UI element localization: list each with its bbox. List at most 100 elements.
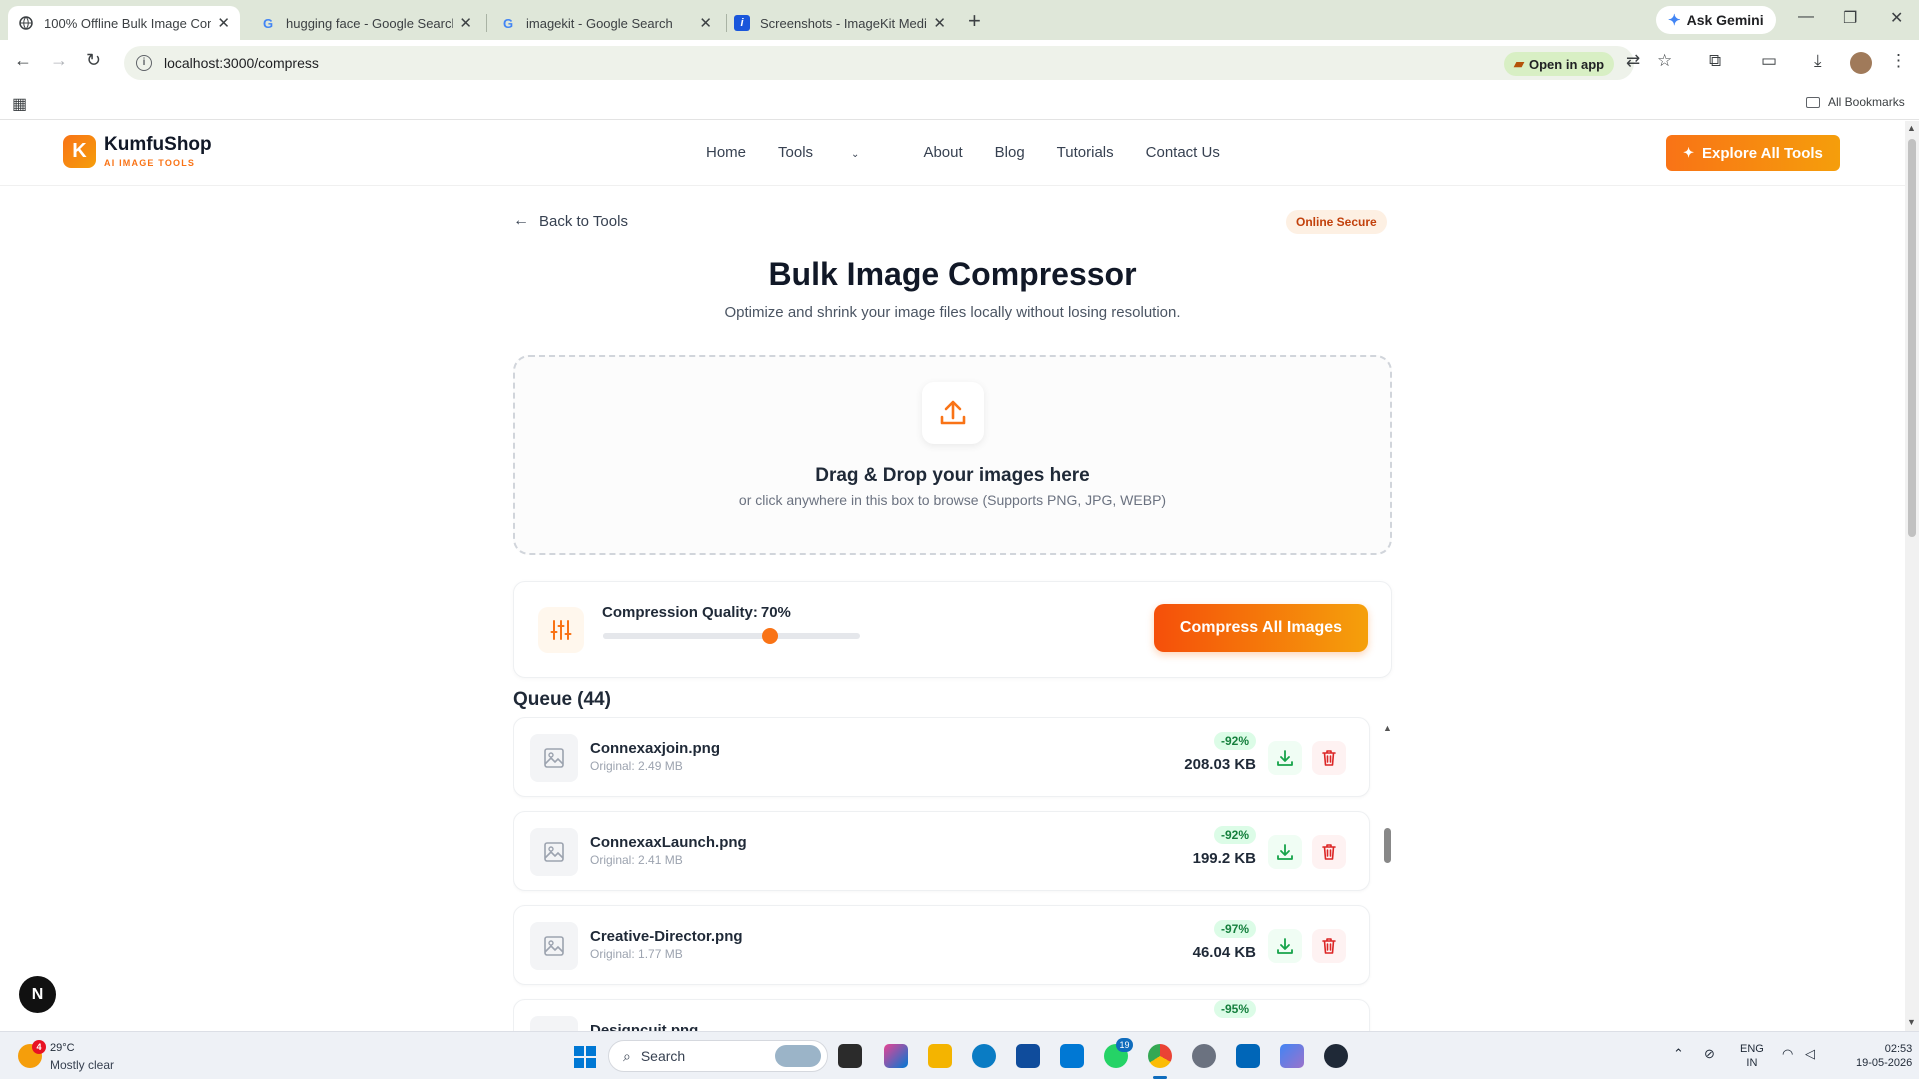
quality-slider[interactable] bbox=[603, 628, 860, 644]
tab-search-icon[interactable]: ▭ bbox=[1761, 51, 1777, 71]
nav-blog[interactable]: Blog bbox=[995, 144, 1025, 161]
gemini-app-icon[interactable] bbox=[1280, 1044, 1304, 1068]
queue-item: Connexaxjoin.png Original: 2.49 MB -92% … bbox=[513, 717, 1370, 797]
compressed-size: 208.03 KB bbox=[1184, 756, 1256, 773]
menu-kebab-icon[interactable]: ⋮ bbox=[1890, 51, 1907, 71]
address-bar[interactable]: i localhost:3000/compress bbox=[124, 46, 1634, 80]
delete-button[interactable] bbox=[1312, 929, 1346, 963]
back-to-tools-link[interactable]: ← Back to Tools bbox=[513, 212, 628, 230]
reload-icon[interactable]: ↻ bbox=[86, 50, 101, 71]
os-taskbar: 4 29°C Mostly clear ⌕ Search 19 ⌃ ⊘ ENG … bbox=[0, 1031, 1919, 1079]
volume-icon[interactable]: ◁ bbox=[1805, 1046, 1815, 1062]
page-title: Bulk Image Compressor bbox=[768, 256, 1137, 292]
page-scroll-thumb[interactable] bbox=[1908, 139, 1916, 537]
brand-name[interactable]: KumfuShop bbox=[104, 134, 212, 156]
clock-date: 19-05-2026 bbox=[1856, 1057, 1913, 1069]
store-icon[interactable] bbox=[1016, 1044, 1040, 1068]
queue-scroll-thumb[interactable] bbox=[1384, 828, 1391, 863]
tab-hugging-face-search[interactable]: G hugging face - Google Search ✕ bbox=[250, 6, 482, 40]
page-scrollbar[interactable]: ▲ ▼ bbox=[1905, 121, 1919, 1031]
bookmarks-bar: ▦ All Bookmarks bbox=[0, 86, 1919, 120]
download-icon bbox=[1277, 938, 1293, 954]
delete-button[interactable] bbox=[1312, 741, 1346, 775]
tab-separator bbox=[486, 14, 487, 32]
nav-tutorials[interactable]: Tutorials bbox=[1057, 144, 1114, 161]
compress-all-button[interactable]: Compress All Images bbox=[1154, 604, 1368, 652]
tab-title: Screenshots - ImageKit Media L bbox=[760, 15, 928, 31]
copilot-app-icon[interactable] bbox=[884, 1044, 908, 1068]
language-indicator[interactable]: ENG IN bbox=[1740, 1042, 1764, 1070]
taskbar-search[interactable]: ⌕ Search bbox=[608, 1040, 828, 1072]
temperature: 29°C bbox=[50, 1042, 75, 1054]
close-tab-icon[interactable]: ✕ bbox=[217, 14, 230, 32]
tab-title: imagekit - Google Search bbox=[526, 15, 673, 31]
downloads-icon[interactable]: ⤓ bbox=[1814, 51, 1822, 71]
edge-icon[interactable] bbox=[972, 1044, 996, 1068]
dropzone-subtitle: or click anywhere in this box to browse … bbox=[738, 492, 1167, 508]
close-tab-icon[interactable]: ✕ bbox=[459, 14, 472, 32]
download-button[interactable] bbox=[1268, 835, 1302, 869]
close-tab-icon[interactable]: ✕ bbox=[933, 14, 946, 32]
minimize-icon[interactable]: — bbox=[1798, 8, 1814, 26]
nav-about[interactable]: About bbox=[923, 144, 962, 161]
tab-bulk-image-compressor[interactable]: 100% Offline Bulk Image Comp ✕ bbox=[8, 6, 240, 40]
new-tab-icon[interactable]: + bbox=[968, 8, 981, 34]
profile-avatar[interactable] bbox=[1850, 52, 1872, 74]
task-view-icon[interactable] bbox=[838, 1044, 862, 1068]
extensions-icon[interactable]: ⧉ bbox=[1709, 51, 1721, 71]
nav-home[interactable]: Home bbox=[706, 144, 746, 161]
scroll-up-icon[interactable]: ▲ bbox=[1907, 123, 1916, 133]
quality-slider-handle[interactable] bbox=[762, 628, 779, 644]
scroll-down-icon[interactable]: ▼ bbox=[1907, 1017, 1916, 1027]
queue-scrollbar[interactable]: ▲ bbox=[1382, 717, 1392, 1031]
close-tab-icon[interactable]: ✕ bbox=[699, 14, 712, 32]
explore-all-tools-button[interactable]: ✦ Explore All Tools bbox=[1666, 135, 1840, 171]
open-in-app-label: Open in app bbox=[1529, 56, 1605, 72]
image-dropzone[interactable]: Drag & Drop your images here or click an… bbox=[513, 355, 1392, 555]
close-window-icon[interactable]: ✕ bbox=[1890, 8, 1903, 28]
saving-badge: -95% bbox=[1213, 1000, 1256, 1018]
compressed-size: 46.04 KB bbox=[1192, 944, 1256, 961]
outlook-icon[interactable] bbox=[1060, 1044, 1084, 1068]
dev-tools-badge[interactable]: N bbox=[19, 976, 56, 1013]
nav-contact[interactable]: Contact Us bbox=[1146, 144, 1220, 161]
network-off-icon[interactable]: ⊘ bbox=[1704, 1046, 1715, 1062]
file-name: Connexaxjoin.png bbox=[590, 740, 721, 757]
wifi-icon[interactable]: ◠ bbox=[1782, 1046, 1793, 1062]
site-info-icon[interactable]: i bbox=[136, 55, 152, 71]
scroll-up-icon[interactable]: ▲ bbox=[1383, 723, 1392, 733]
whatsapp-badge: 19 bbox=[1116, 1038, 1133, 1052]
nav-tools-label: Tools bbox=[778, 144, 814, 161]
chevron-down-icon: ⌄ bbox=[851, 149, 860, 160]
windows-start-icon[interactable] bbox=[574, 1046, 596, 1068]
download-button[interactable] bbox=[1268, 929, 1302, 963]
ask-gemini-button[interactable]: ✦ Ask Gemini bbox=[1656, 6, 1776, 34]
all-bookmarks-button[interactable]: All Bookmarks bbox=[1806, 95, 1905, 109]
google-icon: G bbox=[262, 15, 274, 31]
chevron-up-icon[interactable]: ⌃ bbox=[1673, 1046, 1684, 1062]
apps-grid-icon[interactable]: ▦ bbox=[12, 94, 27, 114]
chrome-icon[interactable] bbox=[1148, 1044, 1172, 1068]
nav-tools[interactable]: Tools ⌄ bbox=[778, 144, 891, 161]
tab-imagekit-media[interactable]: i Screenshots - ImageKit Media L ✕ bbox=[724, 6, 956, 40]
chatgpt-icon[interactable] bbox=[1324, 1044, 1348, 1068]
bookmark-star-icon[interactable]: ☆ bbox=[1657, 51, 1672, 71]
queue-list[interactable]: Connexaxjoin.png Original: 2.49 MB -92% … bbox=[513, 717, 1392, 1031]
image-placeholder-icon bbox=[530, 734, 578, 782]
vscode-icon[interactable] bbox=[1236, 1044, 1260, 1068]
logo-mark[interactable]: K bbox=[63, 135, 96, 168]
translate-icon[interactable]: ⇄ bbox=[1626, 51, 1640, 71]
restore-icon[interactable]: ❐ bbox=[1843, 8, 1857, 28]
open-in-app-button[interactable]: ▰ Open in app bbox=[1504, 52, 1615, 76]
system-clock[interactable]: 02:53 19-05-2026 bbox=[1856, 1042, 1912, 1070]
delete-button[interactable] bbox=[1312, 835, 1346, 869]
forward-arrow-icon[interactable]: → bbox=[50, 50, 68, 71]
sliders-icon bbox=[538, 607, 584, 653]
file-explorer-icon[interactable] bbox=[928, 1044, 952, 1068]
settings-gear-icon[interactable] bbox=[1192, 1044, 1216, 1068]
tab-imagekit-search[interactable]: G imagekit - Google Search ✕ bbox=[490, 6, 722, 40]
download-button[interactable] bbox=[1268, 741, 1302, 775]
back-arrow-icon[interactable]: ← bbox=[14, 50, 32, 71]
browser-tab-strip: 100% Offline Bulk Image Comp ✕ G hugging… bbox=[0, 0, 1919, 40]
image-placeholder-icon bbox=[530, 1016, 578, 1031]
